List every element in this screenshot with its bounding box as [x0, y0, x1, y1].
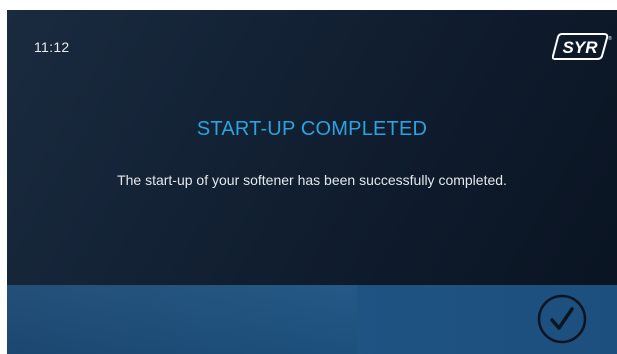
- footer-shade: [7, 285, 357, 354]
- page-title: START-UP COMPLETED: [196, 118, 428, 140]
- checkmark-icon: [550, 307, 574, 330]
- status-message: The start-up of your softener has been s…: [117, 172, 507, 188]
- confirm-button[interactable]: [536, 293, 588, 345]
- registered-mark: ®: [608, 35, 612, 42]
- logo-text: SYR: [563, 38, 599, 57]
- device-screen: 11:12 SYR ® START-UP COMPLETED The start…: [7, 10, 617, 354]
- syr-logo: SYR ®: [552, 33, 612, 60]
- clock: 11:12: [34, 39, 70, 55]
- main-panel: 11:12 SYR ® START-UP COMPLETED The start…: [7, 10, 617, 285]
- footer-bar: [7, 285, 617, 354]
